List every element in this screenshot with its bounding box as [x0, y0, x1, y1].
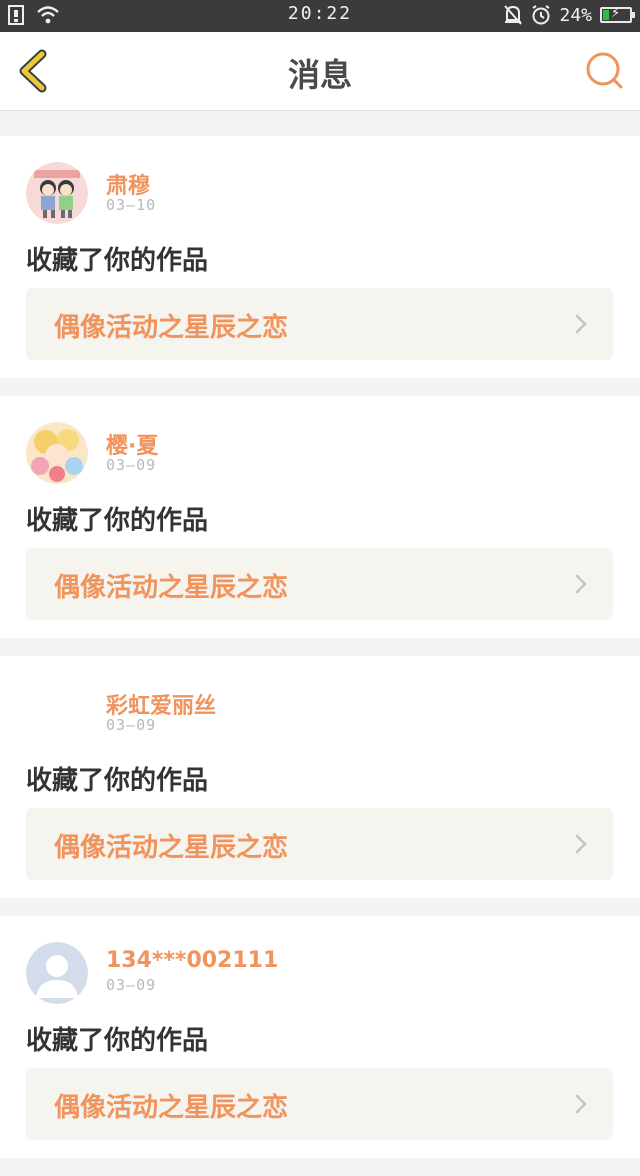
chevron-right-icon	[575, 574, 587, 594]
message-date: 03—09	[106, 456, 157, 474]
work-link[interactable]: 偶像活动之星辰之恋	[26, 548, 613, 620]
work-title: 偶像活动之星辰之恋	[54, 313, 289, 343]
battery-icon: ⚡	[600, 6, 635, 23]
work-title: 偶像活动之星辰之恋	[54, 573, 289, 603]
anime-avatar-icon	[26, 422, 88, 484]
action-text: 收藏了你的作品	[26, 506, 209, 536]
message-card: 彩虹爱丽丝 03—09 收藏了你的作品 偶像活动之星辰之恋	[0, 656, 640, 898]
work-link[interactable]: 偶像活动之星辰之恋	[26, 1068, 613, 1140]
work-link[interactable]: 偶像活动之星辰之恋	[26, 288, 613, 360]
message-date: 03—09	[106, 716, 157, 734]
chevron-right-icon	[575, 1094, 587, 1114]
avatar[interactable]	[26, 162, 88, 224]
status-bar: 20:22 24% ⚡	[0, 0, 640, 32]
search-icon[interactable]	[584, 50, 626, 92]
action-text: 收藏了你的作品	[26, 246, 209, 276]
alarm-icon	[532, 5, 551, 25]
avatar[interactable]	[26, 942, 88, 1004]
work-title: 偶像活动之星辰之恋	[54, 1093, 289, 1123]
message-card: 134***002111 03—09 收藏了你的作品 偶像活动之星辰之恋	[0, 916, 640, 1158]
chevron-right-icon	[575, 314, 587, 334]
mute-bell-icon	[504, 5, 523, 25]
message-date: 03—09	[106, 976, 157, 994]
chevron-right-icon	[575, 834, 587, 854]
work-link[interactable]: 偶像活动之星辰之恋	[26, 808, 613, 880]
message-date: 03—10	[106, 196, 157, 214]
message-list: 肃穆 03—10 收藏了你的作品 偶像活动之星辰之恋 樱·夏 03—09 收藏了…	[0, 136, 640, 1176]
message-card: 肃穆 03—10 收藏了你的作品 偶像活动之星辰之恋	[0, 136, 640, 378]
work-title: 偶像活动之星辰之恋	[54, 833, 289, 863]
page-title: 消息	[287, 56, 352, 94]
cartoon-avatar-icon	[26, 162, 88, 224]
username[interactable]: 134***002111	[106, 948, 278, 973]
message-card: 樱·夏 03—09 收藏了你的作品 偶像活动之星辰之恋	[0, 396, 640, 638]
avatar[interactable]	[26, 422, 88, 484]
default-person-icon	[26, 942, 88, 1004]
status-right: 24% ⚡	[503, 4, 635, 26]
avatar[interactable]	[26, 682, 88, 744]
action-text: 收藏了你的作品	[26, 1026, 209, 1056]
battery-percent: 24%	[559, 4, 592, 26]
top-nav-bar: 消息	[0, 32, 640, 111]
action-text: 收藏了你的作品	[26, 766, 209, 796]
